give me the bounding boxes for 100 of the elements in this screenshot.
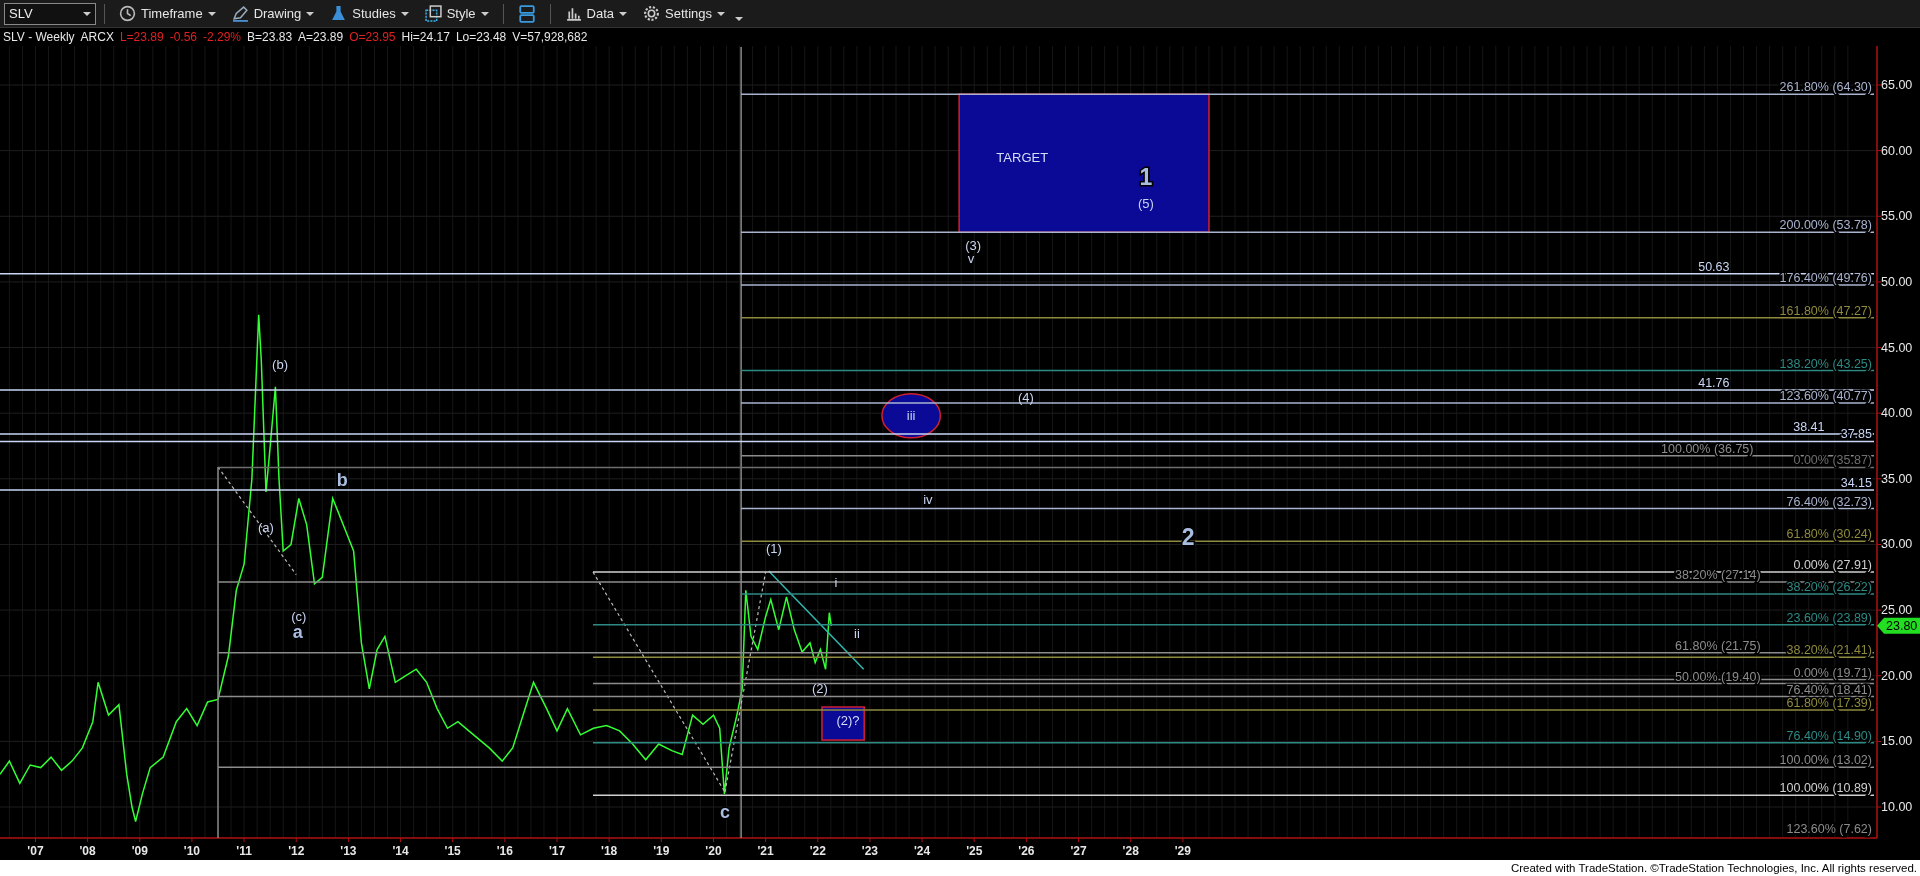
- level-label: 61.80% (21.75): [1675, 638, 1761, 653]
- level-label: 61.80% (17.39): [1786, 696, 1872, 710]
- axis-tick-label: 35.00: [1881, 471, 1913, 486]
- axis-tick-label: '16: [496, 844, 513, 858]
- wave-label: (4): [1017, 389, 1034, 405]
- axis-tick-label: '23: [861, 844, 879, 858]
- axis-tick-label: 65.00: [1881, 78, 1913, 92]
- axis-tick-label: '18: [601, 844, 618, 858]
- axis-tick-label: 20.00: [1881, 668, 1913, 683]
- caret-icon: [306, 11, 315, 16]
- wave-label: iv: [923, 492, 933, 508]
- quote-text: O=23.95: [349, 29, 396, 46]
- level-label: 38.20% (26.22): [1786, 580, 1872, 595]
- axis-tick-label: 45.00: [1881, 340, 1913, 355]
- axis-tick-label: 50.00: [1881, 274, 1913, 289]
- last-price-tag: 23.80: [1877, 617, 1920, 634]
- level-label: 100.00% (10.89): [1779, 781, 1872, 796]
- menu-button[interactable]: Drawing: [225, 1, 321, 26]
- quote-text: -0.56: [169, 29, 197, 46]
- squares-icon: [424, 5, 442, 22]
- axis-tick-label: 60.00: [1881, 143, 1913, 158]
- wave-label: i: [834, 575, 838, 591]
- bar-chart-icon: [564, 5, 582, 22]
- level-label: 123.60% (40.77): [1779, 389, 1872, 404]
- wave-label: (2): [811, 681, 828, 697]
- level-label: 50.63: [1698, 259, 1730, 274]
- level-label: 41.76: [1698, 376, 1730, 391]
- axis-tick-label: '27: [1070, 844, 1087, 858]
- level-label: 61.80% (30.24): [1786, 527, 1872, 542]
- axis-tick-label: '17: [548, 844, 566, 858]
- axis-tick-label: '12: [288, 844, 305, 858]
- axis-tick-label: '29: [1174, 844, 1191, 858]
- wave-label: (3): [965, 237, 982, 253]
- axis-tick-label: '11: [236, 844, 252, 858]
- wave-label: b: [336, 470, 348, 491]
- wave-label: (1): [766, 540, 782, 556]
- wave-label: (5): [1137, 195, 1154, 211]
- axis-tick-label: 10.00: [1881, 800, 1913, 814]
- level-label: 0.00% (27.91): [1793, 557, 1872, 572]
- level-label: 23.60% (23.89): [1786, 610, 1872, 625]
- wave-label: c: [719, 802, 730, 823]
- flask-icon: [330, 5, 348, 22]
- axis-tick-label: '13: [340, 844, 357, 858]
- level-label: 161.80% (47.27): [1779, 303, 1872, 318]
- level-label: 76.40% (32.73): [1786, 494, 1872, 509]
- quote-text: B=23.83: [247, 29, 293, 46]
- wave-label: (b): [272, 357, 288, 373]
- quote-text: SLV - Weekly: [3, 29, 75, 46]
- menu-button[interactable]: Timeframe: [113, 1, 222, 26]
- symbol-dropdown[interactable]: SLV: [4, 2, 96, 25]
- quote-text: -2.29%: [203, 29, 242, 46]
- level-label: 123.60% (7.62): [1786, 822, 1872, 837]
- axis-tick-label: 15.00: [1881, 734, 1913, 749]
- pen-icon: [231, 5, 249, 22]
- wave-label: ii: [854, 626, 860, 642]
- level-label: 76.40% (18.41): [1786, 682, 1872, 697]
- quote-text: ARCX: [80, 29, 114, 46]
- level-label: 200.00% (53.78): [1779, 218, 1872, 233]
- axis-tick-label: 55.00: [1881, 209, 1913, 224]
- clock-icon: [119, 5, 136, 22]
- axis-tick-label: '10: [183, 844, 201, 858]
- wave-label: iii: [906, 408, 916, 424]
- menu-button[interactable]: Settings: [637, 1, 732, 26]
- level-label: 138.20% (43.25): [1779, 356, 1872, 371]
- level-label: 0.00% (19.71): [1793, 665, 1872, 680]
- quote-text: Hi=24.17: [401, 29, 450, 46]
- axis-tick-label: '26: [1018, 844, 1035, 858]
- gear-icon: [643, 5, 661, 22]
- quote-text: A=23.89: [298, 29, 344, 46]
- menu-button[interactable]: Studies: [324, 1, 415, 26]
- caret-icon: [480, 11, 489, 16]
- axis-tick-label: 30.00: [1881, 537, 1913, 552]
- wave-label: 1: [1139, 163, 1153, 190]
- wave-label: (a): [258, 519, 274, 535]
- level-label: 100.00% (13.02): [1779, 753, 1872, 768]
- axis-tick-label: '14: [392, 844, 409, 858]
- caret-icon: [207, 11, 216, 16]
- axis-tick-label: '21: [757, 844, 774, 858]
- level-label: 0.00% (35.87): [1793, 453, 1872, 468]
- menu-button[interactable]: Style: [418, 1, 495, 26]
- chart-label: (2)?: [836, 712, 860, 728]
- caret-icon: [83, 11, 91, 16]
- level-label: 34.15: [1840, 476, 1872, 490]
- axis-tick-label: 40.00: [1881, 406, 1913, 421]
- caret-icon: [619, 11, 628, 16]
- quote-text: Lo=23.48: [455, 29, 507, 46]
- axis-tick-label: '15: [444, 844, 461, 858]
- axis-tick-label: '07: [27, 844, 44, 858]
- axis-tick-label: '22: [809, 844, 826, 858]
- quote-text: V=57,928,682: [512, 29, 588, 46]
- axis-tick-label: '24: [914, 844, 931, 858]
- stacked-panels-icon: [517, 4, 536, 23]
- wave-label: (c): [291, 608, 307, 624]
- menu-button[interactable]: Data: [558, 1, 634, 26]
- level-label: 176.40% (49.76): [1779, 271, 1872, 286]
- level-label: 76.40% (14.90): [1786, 728, 1872, 743]
- axis-tick-label: '19: [653, 844, 670, 858]
- target-box: [821, 706, 865, 741]
- level-label: 38.41: [1793, 420, 1825, 435]
- quote-text: L=23.89: [119, 29, 164, 46]
